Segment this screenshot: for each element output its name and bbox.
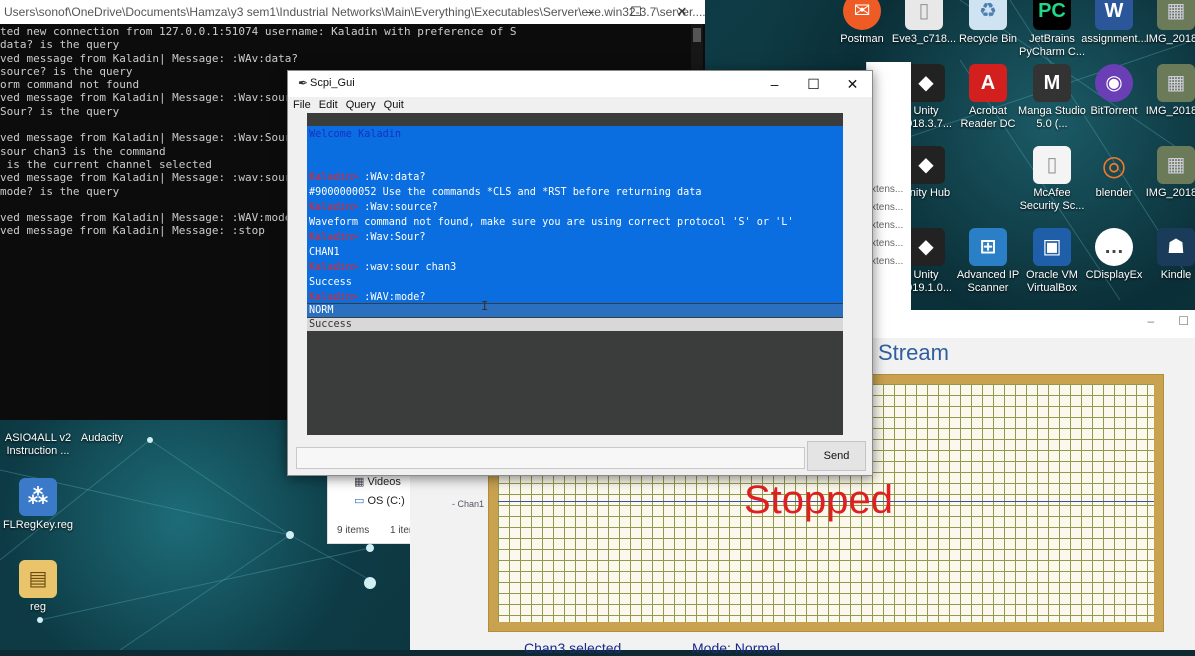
- maximize-button[interactable]: ☐: [794, 71, 833, 97]
- desktop-icon-asio4all[interactable]: ASIO4ALL v2 Instruction ...: [2, 420, 74, 458]
- close-button[interactable]: ✕: [659, 0, 705, 24]
- file-type-label: xtens...: [871, 256, 904, 267]
- console-line: ved message from Kaladin| Message: :WAv:…: [0, 51, 299, 65]
- scpi-gui-window[interactable]: ✒ Scpi_Gui – ☐ ✕ File Edit Query Quit We…: [287, 70, 873, 476]
- success-row-highlight: [307, 318, 843, 331]
- command-text: :wav:sour chan3: [358, 262, 457, 273]
- videos-folder-icon: ▦: [354, 476, 365, 488]
- image-icon: ▦: [1157, 146, 1195, 184]
- desktop-icon-recycle-bin[interactable]: ♻ Recycle Bin: [952, 0, 1024, 46]
- desktop-icon-acrobat[interactable]: A Acrobat Reader DC: [952, 64, 1024, 131]
- minimize-button[interactable]: –: [755, 71, 794, 97]
- user-prompt: Kaladin>: [309, 202, 359, 213]
- log-command-line: Kaladin> :Wav:source?: [309, 200, 438, 215]
- unity-hub-icon: ◆: [907, 146, 945, 184]
- acrobat-icon: A: [969, 64, 1007, 102]
- user-prompt: Kaladin>: [309, 172, 359, 183]
- image-icon: ▦: [1157, 0, 1195, 30]
- file-type-label: xtens...: [871, 238, 904, 249]
- maximize-button[interactable]: ☐: [1178, 314, 1189, 328]
- nav-item-label: OS (C:): [367, 495, 405, 507]
- send-button[interactable]: Send: [807, 441, 866, 471]
- word-icon: W: [1095, 0, 1133, 30]
- user-prompt: Kaladin>: [309, 262, 359, 273]
- success-response-line: Success: [309, 319, 352, 330]
- file-type-label: xtens...: [871, 220, 904, 231]
- desktop-icon-reg[interactable]: ▤ reg: [2, 560, 74, 614]
- norm-row-highlight: [307, 304, 843, 317]
- scpi-output-text[interactable]: Welcome Kaladin Kaladin> :WAv:data? #900…: [307, 113, 843, 435]
- unity-icon: ◆: [907, 228, 945, 266]
- bittorrent-icon: ◉: [1095, 64, 1133, 102]
- window-title: Scpi_Gui: [310, 77, 355, 89]
- file-icon: ▯: [1033, 146, 1071, 184]
- nav-item-videos[interactable]: ▦ Videos: [354, 475, 401, 488]
- log-command-line: Kaladin> :wav:sour chan3: [309, 260, 456, 275]
- text-cursor-icon: I: [481, 299, 489, 313]
- nav-item-os-drive[interactable]: ▭ OS (C:): [354, 494, 405, 507]
- image-icon: ▦: [1157, 64, 1195, 102]
- chan1-legend-label: - Chan1: [452, 499, 485, 509]
- minimize-button[interactable]: –: [1148, 314, 1155, 328]
- postman-icon: ✉: [843, 0, 881, 30]
- feather-icon: ✒: [298, 76, 309, 90]
- plot-title: Stream: [878, 340, 949, 365]
- network-scanner-icon: ⊞: [969, 228, 1007, 266]
- desktop-icon-img-2[interactable]: ▦ IMG_2018...: [1140, 64, 1195, 118]
- desktop-icon-img-1[interactable]: ▦ IMG_2018...: [1140, 0, 1195, 46]
- welcome-line: Welcome Kaladin: [309, 129, 402, 140]
- desktop-icon-eve3[interactable]: ▯ Eve3_c718...: [888, 0, 960, 46]
- log-command-line: Kaladin> :WAv:data?: [309, 170, 426, 185]
- log-response-line: Waveform command not found, make sure yo…: [309, 217, 794, 228]
- close-button[interactable]: ✕: [833, 71, 872, 97]
- desktop-icon-flregkey[interactable]: ⁂ FLRegKey.reg: [2, 478, 74, 532]
- drive-icon: ▭: [354, 495, 365, 507]
- file-icon: ▯: [905, 0, 943, 30]
- log-response-line: Success: [309, 277, 352, 288]
- command-input[interactable]: [296, 447, 805, 469]
- file-type-label: xtens...: [871, 202, 904, 213]
- log-response-line: CHAN1: [309, 247, 340, 258]
- console-titlebar[interactable]: Users\sonof\OneDrive\Documents\Hamza\y3 …: [0, 0, 705, 24]
- desktop-icon-kindle[interactable]: ☗ Kindle: [1140, 228, 1195, 282]
- blender-icon: ◎: [1101, 149, 1127, 181]
- items-count: 9 items: [337, 525, 370, 536]
- desktop-icon-audacity[interactable]: Audacity: [66, 420, 138, 445]
- command-text: :WAV:mode?: [358, 292, 426, 303]
- folder-icon: ▤: [19, 560, 57, 598]
- command-text: :WAv:data?: [358, 172, 426, 183]
- items-selected: 1 iter: [390, 525, 413, 536]
- stream-state-label: Stopped: [744, 478, 894, 522]
- speech-bubble-icon: …: [1095, 228, 1133, 266]
- virtualbox-icon: ▣: [1033, 228, 1071, 266]
- log-response-line: #9000000052 Use the commands *CLS and *R…: [309, 187, 702, 198]
- nav-item-label: Videos: [367, 476, 401, 488]
- manga-studio-icon: M: [1033, 64, 1071, 102]
- file-type-label: xtens...: [871, 184, 904, 195]
- command-text: :Wav:Sour?: [358, 232, 426, 243]
- desktop-icon-img-3[interactable]: ▦ IMG_2018...: [1140, 146, 1195, 200]
- console-line: ted new connection from 127.0.0.1:51074 …: [0, 25, 517, 38]
- pycharm-icon: PC: [1033, 0, 1071, 30]
- user-prompt: Kaladin>: [309, 292, 359, 303]
- unity-icon: ◆: [907, 64, 945, 102]
- log-command-line: Kaladin> :Wav:Sour?: [309, 230, 426, 245]
- console-line: data? is the query: [0, 38, 120, 52]
- channel-status: Chan3 selected: [524, 640, 622, 656]
- desktop-icon-advanced-ip-scanner[interactable]: ⊞ Advanced IP Scanner: [952, 228, 1024, 295]
- kindle-icon: ☗: [1157, 228, 1195, 266]
- command-text: :Wav:source?: [358, 202, 438, 213]
- scpi-titlebar[interactable]: ✒ Scpi_Gui – ☐ ✕: [288, 71, 872, 97]
- norm-response-line: NORM: [309, 305, 334, 316]
- explorer-window-bottom[interactable]: ▦ Videos ▭ OS (C:) 9 items 1 iter: [327, 470, 414, 544]
- maximize-button[interactable]: ☐: [613, 0, 659, 24]
- user-prompt: Kaladin>: [309, 232, 359, 243]
- registry-icon: ⁂: [19, 478, 57, 516]
- mode-status: Mode: Normal: [692, 640, 780, 656]
- recycle-bin-icon: ♻: [969, 0, 1007, 30]
- minimize-button[interactable]: –: [567, 0, 613, 24]
